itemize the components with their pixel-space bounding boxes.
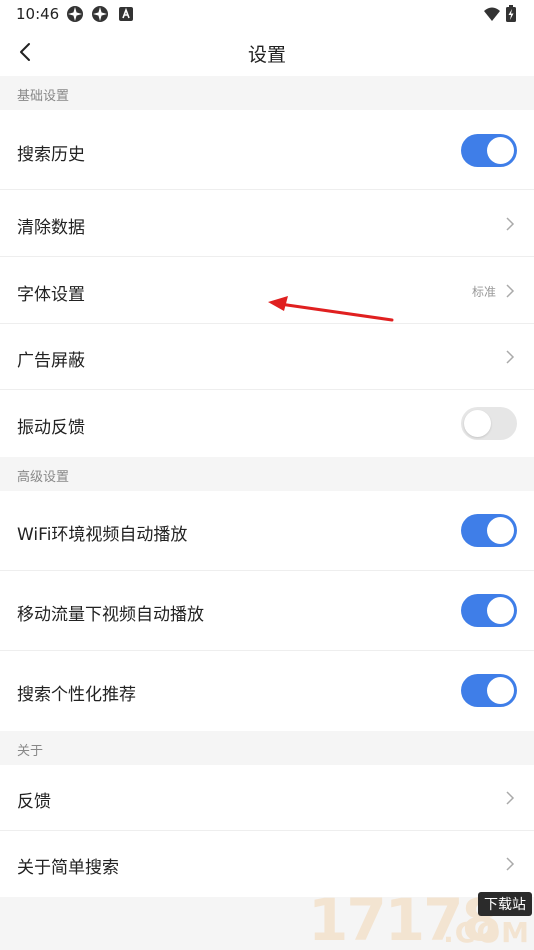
annotation-arrow-icon bbox=[268, 296, 394, 322]
toggle-knob bbox=[487, 597, 514, 624]
section-title: 关于 bbox=[17, 744, 44, 759]
status-bar: 10:46 bbox=[0, 0, 534, 28]
mobile-autoplay-toggle[interactable] bbox=[461, 594, 517, 627]
chevron-right-icon bbox=[504, 216, 516, 232]
wifi-icon bbox=[483, 5, 501, 23]
font-size-value: 标准 bbox=[471, 285, 496, 299]
toggle-knob bbox=[487, 677, 514, 704]
wifi-autoplay-toggle[interactable] bbox=[461, 514, 517, 547]
battery-charging-icon bbox=[505, 5, 517, 23]
setting-label: WiFi环境视频自动播放 bbox=[17, 525, 188, 545]
setting-label: 关于简单搜索 bbox=[17, 858, 119, 878]
setting-label: 清除数据 bbox=[17, 218, 85, 238]
section-title: 高级设置 bbox=[17, 470, 70, 485]
setting-label: 搜索历史 bbox=[17, 145, 85, 165]
setting-label: 广告屏蔽 bbox=[17, 351, 85, 371]
setting-label: 移动流量下视频自动播放 bbox=[17, 605, 204, 625]
chevron-right-icon bbox=[504, 856, 516, 872]
toggle-knob bbox=[487, 137, 514, 164]
search-history-toggle[interactable] bbox=[461, 134, 517, 167]
app-header: 设置 bbox=[0, 28, 534, 76]
setting-label: 搜索个性化推荐 bbox=[17, 685, 136, 705]
setting-vibration: 振动反馈 bbox=[0, 390, 534, 457]
setting-label: 字体设置 bbox=[17, 285, 85, 305]
app-icon-2 bbox=[91, 5, 109, 23]
setting-label: 反馈 bbox=[17, 792, 51, 812]
notification-a-icon bbox=[117, 5, 135, 23]
section-header-advanced: 高级设置 bbox=[0, 457, 534, 491]
setting-label: 振动反馈 bbox=[17, 418, 85, 438]
setting-personalized: 搜索个性化推荐 bbox=[0, 651, 534, 731]
watermark-logo: 17178 下载站 .COM bbox=[308, 888, 534, 950]
watermark-badge: 下载站 bbox=[478, 892, 532, 916]
setting-clear-data[interactable]: 清除数据 bbox=[0, 190, 534, 257]
section-header-basic: 基础设置 bbox=[0, 76, 534, 110]
setting-wifi-autoplay: WiFi环境视频自动播放 bbox=[0, 491, 534, 571]
toggle-knob bbox=[464, 410, 491, 437]
app-icon-1 bbox=[66, 5, 84, 23]
page-title: 设置 bbox=[247, 44, 286, 66]
chevron-right-icon bbox=[504, 283, 516, 299]
status-time: 10:46 bbox=[16, 5, 60, 23]
section-header-about: 关于 bbox=[0, 731, 534, 765]
setting-ad-block[interactable]: 广告屏蔽 bbox=[0, 324, 534, 390]
vibration-toggle[interactable] bbox=[461, 407, 517, 440]
toggle-knob bbox=[487, 517, 514, 544]
personalized-toggle[interactable] bbox=[461, 674, 517, 707]
section-title: 基础设置 bbox=[17, 89, 70, 104]
setting-feedback[interactable]: 反馈 bbox=[0, 765, 534, 831]
watermark-suffix: .COM bbox=[443, 916, 530, 949]
chevron-right-icon bbox=[504, 790, 516, 806]
chevron-right-icon bbox=[504, 349, 516, 365]
setting-search-history: 搜索历史 bbox=[0, 110, 534, 190]
setting-mobile-autoplay: 移动流量下视频自动播放 bbox=[0, 571, 534, 651]
